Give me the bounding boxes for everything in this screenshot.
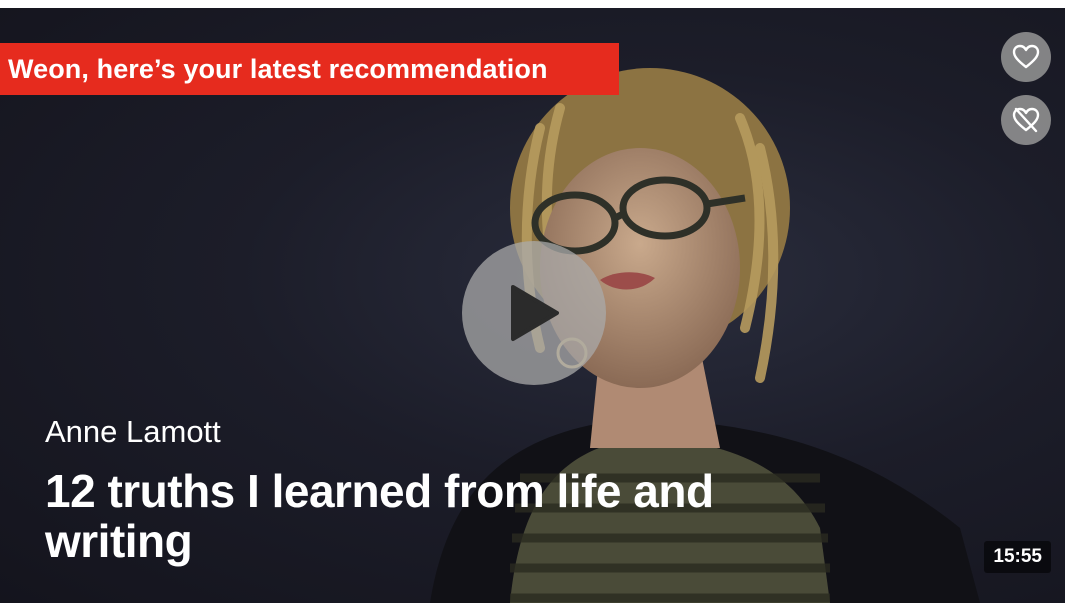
recommendation-text: Weon, here’s your latest recommendation xyxy=(8,53,548,84)
duration-badge: 15:55 xyxy=(984,541,1051,573)
heart-icon xyxy=(1012,44,1040,69)
play-button[interactable] xyxy=(462,241,606,385)
speaker-name[interactable]: Anne Lamott xyxy=(45,414,221,450)
dislike-button[interactable] xyxy=(1001,95,1051,145)
like-button[interactable] xyxy=(1001,32,1051,82)
heart-crossed-icon xyxy=(1012,107,1040,133)
talk-title[interactable]: 12 truths I learned from life and writin… xyxy=(45,466,865,566)
talk-card[interactable]: Weon, here’s your latest recommendation … xyxy=(0,8,1065,603)
play-icon xyxy=(511,285,559,341)
recommendation-banner: Weon, here’s your latest recommendation xyxy=(0,43,619,95)
